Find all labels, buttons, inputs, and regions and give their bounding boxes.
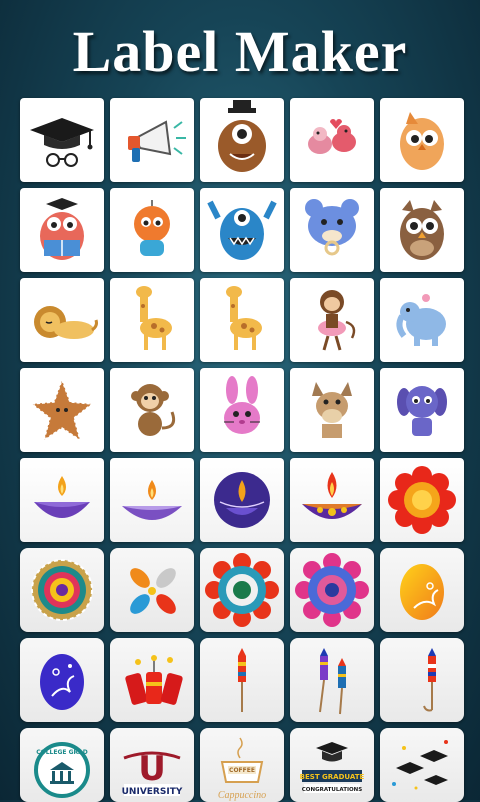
university-label: UNIVERSITY: [122, 787, 183, 797]
college-badge-icon[interactable]: COLLEGE GRAD: [20, 728, 104, 802]
coffee-cup-icon[interactable]: COFFEE Cappuccino: [200, 728, 284, 802]
brown-monster-icon[interactable]: [200, 98, 284, 182]
cappuccino-label: Cappuccino: [218, 790, 266, 801]
sun-flower-icon[interactable]: [380, 458, 464, 542]
love-birds-icon[interactable]: [290, 98, 374, 182]
diya-lamp-icon[interactable]: [20, 458, 104, 542]
rangoli-flower-icon[interactable]: [200, 548, 284, 632]
blue-bear-pacifier-icon[interactable]: [290, 188, 374, 272]
university-badge-icon[interactable]: U UNIVERSITY: [110, 728, 194, 802]
best-graduate-label: BEST GRADUATE: [300, 773, 365, 781]
giraffe-2-icon[interactable]: [200, 278, 284, 362]
reading-owl-icon[interactable]: [20, 188, 104, 272]
graduation-caps-icon[interactable]: [380, 728, 464, 802]
blue-monster-icon[interactable]: [200, 188, 284, 272]
u-letter: U: [138, 749, 166, 789]
donkey-icon[interactable]: [290, 368, 374, 452]
petal-diyas-icon[interactable]: [110, 548, 194, 632]
elephant-icon[interactable]: [380, 278, 464, 362]
diya-lamp-2-icon[interactable]: [110, 458, 194, 542]
firework-rocket-icon[interactable]: [200, 638, 284, 722]
congratulations-label: CONGRATULATIONS: [302, 787, 363, 793]
gingerbread-starfish-icon[interactable]: [20, 368, 104, 452]
graduate-badge-icon[interactable]: BEST GRADUATE CONGRATULATIONS: [290, 728, 374, 802]
rangoli-flower-2-icon[interactable]: [290, 548, 374, 632]
orange-owl-icon[interactable]: [380, 98, 464, 182]
college-label: COLLEGE GRAD: [36, 749, 88, 756]
giraffe-icon[interactable]: [110, 278, 194, 362]
firework-rocket-2-icon[interactable]: [380, 638, 464, 722]
purple-dog-icon[interactable]: [380, 368, 464, 452]
monkey-icon[interactable]: [110, 368, 194, 452]
decorated-diya-icon[interactable]: [290, 458, 374, 542]
app-title: Label Maker: [72, 19, 408, 84]
coffee-label: COFFEE: [229, 767, 255, 774]
pink-bunny-icon[interactable]: [200, 368, 284, 452]
monkey-ballerina-icon[interactable]: [290, 278, 374, 362]
blue-easter-egg-icon[interactable]: [20, 638, 104, 722]
firework-rockets-icon[interactable]: [290, 638, 374, 722]
diya-circle-icon[interactable]: [200, 458, 284, 542]
orange-monster-icon[interactable]: [110, 188, 194, 272]
rangoli-icon[interactable]: [20, 548, 104, 632]
brown-owl-icon[interactable]: [380, 188, 464, 272]
graduation-cap-glasses-icon[interactable]: [20, 98, 104, 182]
sleeping-lion-icon[interactable]: [20, 278, 104, 362]
yellow-easter-egg-icon[interactable]: [380, 548, 464, 632]
megaphone-icon[interactable]: [110, 98, 194, 182]
firecrackers-icon[interactable]: [110, 638, 194, 722]
